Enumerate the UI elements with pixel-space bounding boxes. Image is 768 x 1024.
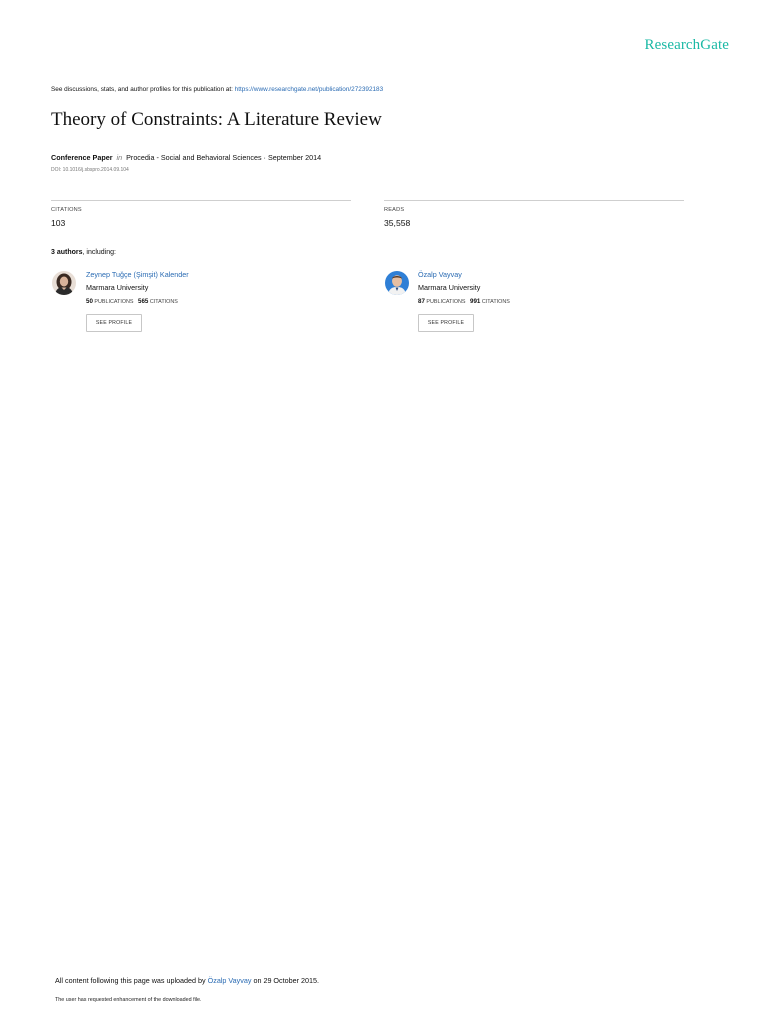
see-profile-button-author-2[interactable]: SEE PROFILE — [418, 314, 474, 332]
uploaded-line: All content following this page was uplo… — [55, 976, 319, 985]
author-1-publications-count: 50 — [86, 298, 93, 305]
authors-count: 3 authors — [51, 249, 83, 256]
avatar-author-1[interactable] — [52, 271, 76, 295]
doi: DOI: 10.1016/j.sbspro.2014.09.104 — [51, 167, 129, 173]
paper-meta: Conference Paper in Procedia - Social and … — [51, 153, 321, 162]
author-2-stats: 87 PUBLICATIONS 991 CITATIONS — [418, 298, 510, 305]
in-label: in — [116, 153, 123, 162]
citations-divider — [51, 200, 351, 201]
venue-date: Procedia - Social and Behavioral Science… — [126, 153, 322, 162]
author-1-citations-label: CITATIONS — [149, 299, 178, 305]
authors-heading: 3 authors, including: — [51, 249, 116, 256]
researchgate-logo[interactable]: ResearchGate — [645, 37, 729, 54]
author-1-stats: 50 PUBLICATIONS 565 CITATIONS — [86, 298, 178, 305]
author-2-photo — [385, 271, 409, 295]
author-1-publications-label: PUBLICATIONS — [94, 299, 134, 305]
author-2-citations-label: CITATIONS — [481, 299, 510, 305]
publication-url-link[interactable]: https://www.researchgate.net/publication… — [235, 86, 384, 93]
authors-including: , including: — [82, 249, 116, 256]
uploader-link[interactable]: Özalp Vayvay — [208, 976, 252, 985]
paper-title: Theory of Constraints: A Literature Revi… — [51, 109, 382, 130]
author-1-citations-count: 565 — [138, 298, 149, 305]
author-2-publications-count: 87 — [418, 298, 425, 305]
author-1-name[interactable]: Zeynep Tuğçe (Şimşit) Kalender — [86, 270, 189, 279]
author-2-publications-label: PUBLICATIONS — [426, 299, 466, 305]
author-2-name[interactable]: Özalp Vayvay — [418, 270, 462, 279]
reads-value: 35,558 — [384, 218, 411, 228]
author-1-photo — [52, 271, 76, 295]
discussion-line: See discussions, stats, and author profi… — [51, 86, 383, 93]
reads-label: READS — [384, 207, 405, 213]
author-2-citations-count: 991 — [470, 298, 481, 305]
see-profile-button-author-1[interactable]: SEE PROFILE — [86, 314, 142, 332]
citations-value: 103 — [51, 218, 66, 228]
uploaded-prefix: All content following this page was uplo… — [55, 976, 208, 985]
author-2-institution: Marmara University — [418, 283, 481, 292]
uploaded-suffix: on 29 October 2015. — [251, 976, 319, 985]
author-1-institution: Marmara University — [86, 283, 149, 292]
paper-type: Conference Paper — [51, 153, 113, 162]
reads-divider — [384, 200, 684, 201]
citations-label: CITATIONS — [51, 207, 82, 213]
discussion-text: See discussions, stats, and author profi… — [51, 86, 235, 93]
enhancement-note: The user has requested enhancement of th… — [55, 997, 202, 1003]
avatar-author-2[interactable] — [385, 271, 409, 295]
